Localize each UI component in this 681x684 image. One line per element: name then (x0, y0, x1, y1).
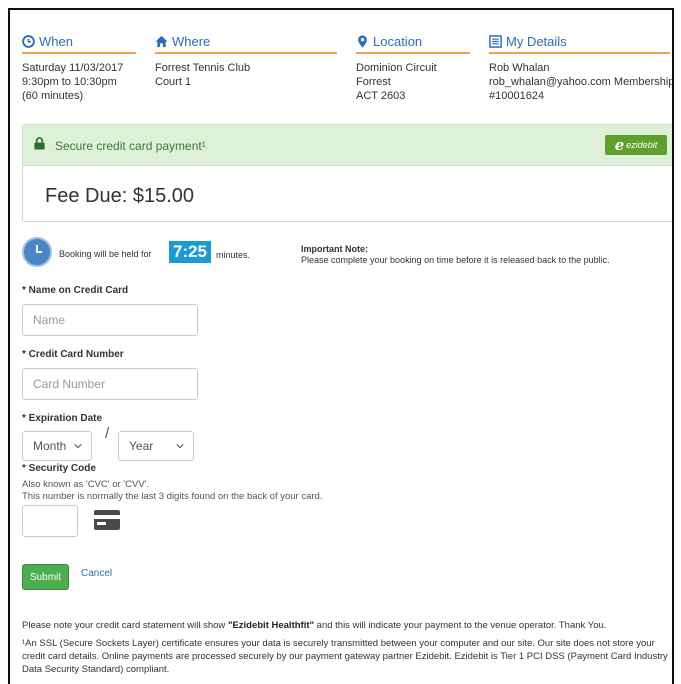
location-state: ACT 2603 (356, 90, 406, 102)
clock-icon (22, 34, 35, 48)
statement-descriptor: "Ezidebit Healthfit" (227, 620, 315, 631)
member-number: #10001624 (489, 90, 545, 102)
secure-payment-label: Secure credit card payment¹ (55, 139, 206, 153)
secure-payment-header: Secure credit card payment¹ e ezidebit (23, 125, 672, 166)
ezidebit-logo-mark: e (614, 136, 625, 154)
ezidebit-logo-text: ezidebit (626, 140, 658, 150)
location-street: Dominion Circuit (356, 62, 437, 74)
clock-icon (22, 237, 52, 267)
name-on-card-label: * Name on Credit Card (22, 285, 129, 296)
booking-summary: When Saturday 11/03/2017 9:30pm to 10:30… (20, 32, 674, 122)
where-header: Where (155, 32, 337, 50)
where-details: Forrest Tennis Club Court 1 (155, 61, 337, 89)
chevron-down-icon (176, 444, 184, 449)
card-signature-strip (97, 522, 106, 525)
timer-label: Booking will be held for (59, 249, 152, 259)
member-email: rob_whalan@yahoo.com Membership (489, 76, 674, 88)
expiry-year-value: Year (129, 439, 154, 453)
home-icon (155, 35, 168, 47)
secure-payment-panel: Secure credit card payment¹ e ezidebit F… (22, 124, 672, 222)
where-section: Where Forrest Tennis Club Court 1 (155, 32, 337, 89)
expiry-separator: / (105, 425, 110, 442)
where-title: Where (172, 33, 211, 49)
submit-button[interactable]: Submit (22, 564, 69, 590)
statement-notice: Please note your credit card statement w… (22, 620, 672, 631)
when-date: Saturday 11/03/2017 (22, 62, 124, 74)
expiration-date-label: * Expiration Date (22, 413, 103, 424)
when-title: When (39, 33, 73, 49)
location-rule (356, 52, 470, 54)
fee-due: Fee Due: $15.00 (45, 185, 194, 207)
card-number-label: * Credit Card Number (22, 349, 124, 360)
location-section: Location Dominion Circuit Forrest ACT 26… (356, 32, 470, 103)
ezidebit-logo: e ezidebit (605, 135, 667, 155)
location-title: Location (373, 33, 423, 49)
member-name: Rob Whalan (489, 62, 550, 74)
my-details-header: My Details (489, 32, 670, 50)
location-suburb: Forrest (356, 76, 391, 88)
my-details-rule (489, 52, 670, 54)
card-number-input[interactable] (22, 368, 198, 400)
statement-notice-suffix: and this will indicate your payment to t… (314, 620, 607, 631)
security-code-help-1: Also known as 'CVC' or 'CVV'. (22, 479, 150, 490)
when-time: 9:30pm to 10:30pm (22, 76, 117, 88)
ssl-notice: ¹An SSL (Secure Sockets Layer) certifica… (22, 638, 668, 675)
security-code-help-2: This number is normally the last 3 digit… (22, 491, 323, 502)
where-rule (155, 52, 337, 54)
list-icon (489, 34, 502, 48)
expiry-month-select[interactable]: Month (22, 431, 92, 461)
where-court: Court 1 (155, 76, 192, 88)
important-note-text: Please complete your booking on time bef… (301, 255, 610, 265)
lock-icon (34, 137, 45, 150)
credit-card-back-icon (94, 510, 120, 530)
clock-hands-icon (36, 245, 42, 253)
timer-countdown: 7:25 (169, 241, 211, 263)
expiry-year-select[interactable]: Year (118, 431, 194, 461)
statement-notice-prefix: Please note your credit card statement w… (22, 620, 228, 631)
booking-payment-frame: When Saturday 11/03/2017 9:30pm to 10:30… (8, 8, 674, 684)
name-on-card-input[interactable] (22, 304, 198, 336)
security-code-label: * Security Code (22, 463, 96, 474)
when-section: When Saturday 11/03/2017 9:30pm to 10:30… (22, 32, 136, 103)
my-details-section: My Details Rob Whalan rob_whalan@yahoo.c… (489, 32, 674, 103)
location-details: Dominion Circuit Forrest ACT 2603 (356, 61, 470, 103)
my-details-title: My Details (506, 33, 567, 49)
where-venue: Forrest Tennis Club (155, 62, 251, 74)
booking-hold-timer: Booking will be held for 7:25 minutes. I… (22, 237, 672, 273)
location-header: Location (356, 32, 470, 50)
when-details: Saturday 11/03/2017 9:30pm to 10:30pm (6… (22, 61, 136, 103)
security-code-input[interactable] (22, 505, 78, 537)
when-duration: (60 minutes) (22, 90, 84, 102)
important-note-title: Important Note: (301, 244, 368, 254)
timer-unit: minutes. (216, 250, 251, 260)
map-pin-icon (358, 34, 367, 48)
cancel-link[interactable]: Cancel (81, 568, 112, 579)
expiry-month-value: Month (33, 439, 67, 453)
when-rule (22, 52, 136, 54)
my-details-body: Rob Whalan rob_whalan@yahoo.com Membersh… (489, 61, 674, 103)
chevron-down-icon (74, 444, 82, 449)
when-header: When (22, 32, 136, 50)
card-stripe (94, 515, 120, 519)
